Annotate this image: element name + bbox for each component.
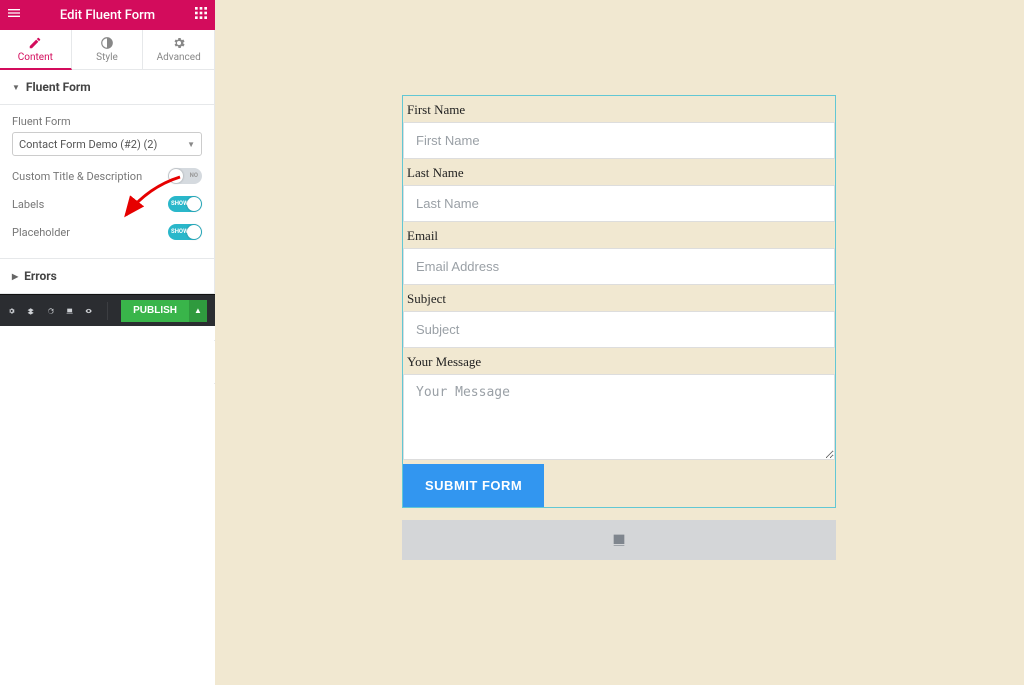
add-widget-placeholder[interactable]: [402, 520, 836, 560]
tab-content[interactable]: Content: [0, 30, 72, 70]
subject-input[interactable]: [403, 311, 835, 348]
first-name-label: First Name: [403, 96, 835, 122]
controls-panel: Fluent Form Contact Form Demo (#2) (2) ▼…: [0, 105, 214, 258]
placeholder-toggle[interactable]: SHOW: [168, 224, 202, 240]
settings-icon[interactable]: [8, 304, 15, 318]
section-errors[interactable]: ▶ Errors: [0, 258, 214, 294]
section-fluent-form[interactable]: ▼ Fluent Form: [0, 70, 214, 105]
fluent-form-value: Contact Form Demo (#2) (2): [19, 138, 157, 151]
last-name-input[interactable]: [403, 185, 835, 222]
message-label: Your Message: [403, 348, 835, 374]
toggle-knob: [187, 225, 201, 239]
custom-title-label: Custom Title & Description: [12, 170, 142, 183]
tab-advanced[interactable]: Advanced: [143, 30, 214, 69]
caret-down-icon: ▼: [12, 83, 20, 92]
toggle-text: NO: [190, 168, 198, 184]
publish-options-button[interactable]: ▲: [189, 300, 207, 322]
email-input[interactable]: [403, 248, 835, 285]
placeholder-label: Placeholder: [12, 226, 70, 239]
toggle-text: SHOW: [171, 196, 188, 212]
first-name-input[interactable]: [403, 122, 835, 159]
image-icon: [609, 532, 629, 548]
publish-group: PUBLISH ▲: [121, 300, 207, 322]
tab-advanced-label: Advanced: [157, 52, 201, 63]
custom-title-toggle[interactable]: NO: [168, 168, 202, 184]
navigator-icon[interactable]: [27, 304, 34, 318]
labels-toggle[interactable]: SHOW: [168, 196, 202, 212]
chevron-down-icon: ▼: [187, 140, 195, 149]
labels-label: Labels: [12, 198, 44, 211]
menu-icon[interactable]: [6, 5, 22, 25]
message-textarea[interactable]: [403, 374, 835, 460]
tab-style-label: Style: [96, 52, 118, 63]
header-title: Edit Fluent Form: [22, 8, 193, 23]
preview-icon[interactable]: [85, 304, 92, 318]
errors-title: Errors: [24, 269, 57, 283]
toggle-knob: [169, 169, 183, 183]
last-name-label: Last Name: [403, 159, 835, 185]
history-icon[interactable]: [47, 304, 54, 318]
toggle-text: SHOW: [171, 224, 188, 240]
editor-footer: PUBLISH ▲: [0, 294, 215, 326]
editor-tabs: Content Style Advanced: [0, 30, 214, 70]
fluent-form-widget[interactable]: First Name Last Name Email Subject Your …: [402, 95, 836, 508]
fluent-form-select[interactable]: Contact Form Demo (#2) (2) ▼: [12, 132, 202, 156]
editor-canvas[interactable]: First Name Last Name Email Subject Your …: [215, 0, 1024, 685]
responsive-icon[interactable]: [66, 304, 73, 318]
tab-content-label: Content: [18, 52, 53, 63]
publish-button[interactable]: PUBLISH: [121, 300, 189, 322]
fluent-form-label: Fluent Form: [12, 115, 202, 128]
submit-button[interactable]: SUBMIT FORM: [403, 464, 544, 507]
email-label: Email: [403, 222, 835, 248]
editor-header: Edit Fluent Form: [0, 0, 215, 30]
subject-label: Subject: [403, 285, 835, 311]
caret-right-icon: ▶: [12, 272, 18, 281]
section-title: Fluent Form: [26, 80, 91, 94]
apps-icon[interactable]: [193, 5, 209, 25]
toggle-knob: [187, 197, 201, 211]
tab-style[interactable]: Style: [72, 30, 144, 69]
editor-sidebar: Content Style Advanced ▼ Fluent Form Flu…: [0, 30, 215, 294]
separator: [107, 302, 108, 320]
